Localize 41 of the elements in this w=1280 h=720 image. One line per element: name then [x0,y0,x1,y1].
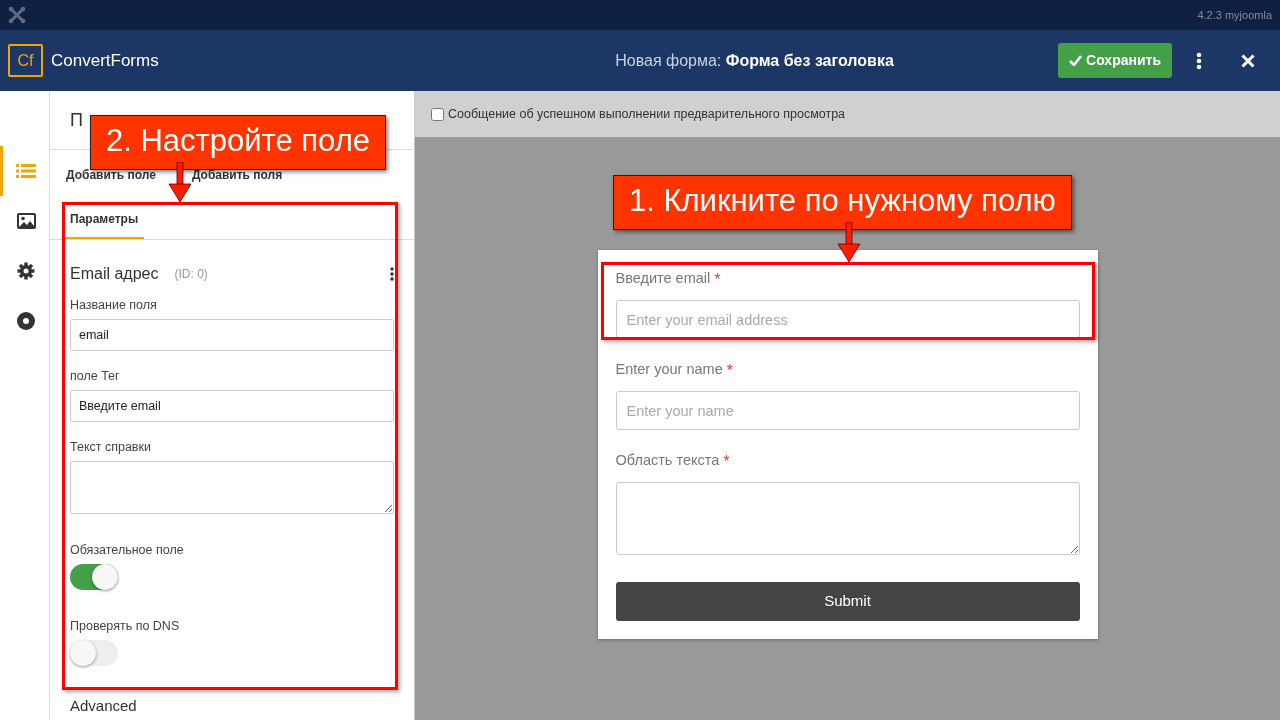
text-field[interactable]: Enter your name [615,391,1080,430]
more-options-icon[interactable] [390,267,394,281]
toggle-switch[interactable] [70,564,118,590]
toggle-switch[interactable] [70,640,118,666]
joomla-logo-icon [8,6,26,24]
image-icon [16,213,36,229]
arrow [168,162,192,202]
checkbox[interactable] [431,107,444,121]
brand-name: ConvertForms [51,49,160,72]
field-label: поле Тег [70,369,121,384]
section-heading: Advanced [70,696,138,716]
disc-icon [17,312,35,330]
field-label: Enter your name [615,360,723,379]
settings-icon [17,262,35,280]
field-id: (ID: 0) [174,266,208,283]
text-field[interactable]: Enter your email address [615,300,1080,339]
checkbox-label: Сообщение об успешном выполнении предварительного просмотра [448,105,846,123]
field-label: Название поля [70,298,158,313]
list-icon [16,163,36,179]
text-field[interactable]: email [70,319,394,351]
logo: Cf [8,44,43,77]
version-label: 4.2.3 myjoomla [1197,7,1272,23]
callout-label: 1. Кликните по нужному полю [613,175,1072,230]
field-label: Область текста [615,451,720,470]
more-options-icon[interactable] [1196,51,1202,70]
tab[interactable]: Параметры [64,210,145,239]
field-label: Проверять по DNS [70,619,181,634]
field-title: Email адрес [70,264,159,284]
arrow [837,222,861,262]
check-icon [1069,55,1083,66]
required-mark: * [726,361,733,381]
field-label: Введите email [615,269,711,288]
field-label: Текст справки [70,440,152,455]
submit-button[interactable]: Submit [615,582,1080,621]
text-field[interactable]: Введите email [70,390,394,422]
close-icon[interactable] [1241,53,1255,68]
required-mark: * [723,452,730,472]
callout-label: 2. Настройте поле [90,115,386,170]
field-label: Обязательное поле [70,543,185,558]
form-title: Новая форма: Форма без заголовка [614,50,895,71]
required-mark: * [714,270,721,290]
